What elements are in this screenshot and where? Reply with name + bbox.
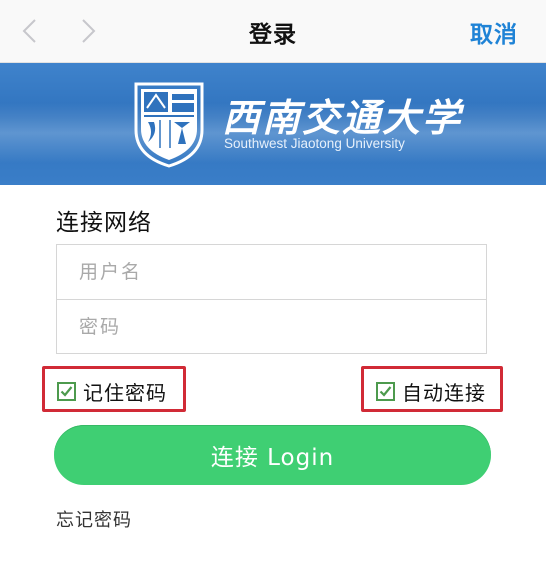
auto-connect-label: 自动连接	[402, 381, 486, 405]
checkbox-checked-icon[interactable]	[376, 382, 395, 401]
university-name: 西南交通大学	[222, 95, 463, 140]
page-title: 登录	[249, 22, 297, 48]
password-input[interactable]	[57, 300, 486, 354]
auto-connect-checkbox[interactable]: 自动连接	[376, 377, 486, 406]
auto-connect-highlight: 自动连接	[361, 366, 503, 412]
remember-password-checkbox[interactable]: 记住密码	[57, 377, 167, 406]
forgot-password-link[interactable]: 忘记密码	[56, 506, 132, 532]
username-input[interactable]	[57, 245, 486, 300]
checkbox-checked-icon[interactable]	[57, 382, 76, 401]
university-emblem-icon	[134, 82, 204, 168]
navigation-bar: 登录 取消	[0, 0, 546, 63]
university-name-english: Southwest Jiaotong University	[224, 136, 405, 151]
login-form	[56, 244, 487, 354]
remember-password-highlight: 记住密码	[42, 366, 186, 412]
cancel-button[interactable]: 取消	[470, 15, 518, 49]
login-button[interactable]: 连接 Login	[54, 425, 491, 485]
university-banner: 西南交通大学 Southwest Jiaotong University	[0, 63, 546, 185]
remember-password-label: 记住密码	[83, 381, 167, 405]
section-title: 连接网络	[56, 210, 152, 236]
